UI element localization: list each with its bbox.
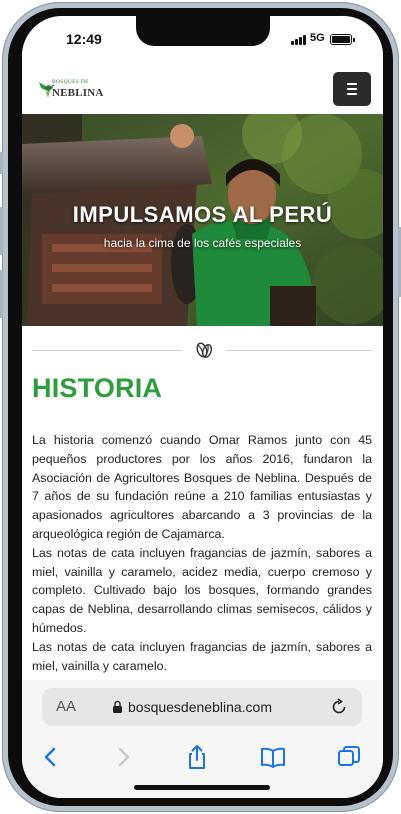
url-text: bosquesdeneblina.com [128,699,272,715]
browser-toolbar [22,734,383,798]
site-header: BOSQUES DE NEBLINA [22,64,383,116]
forward-icon[interactable] [108,742,138,772]
back-icon[interactable] [36,742,66,772]
aa-label: AA [56,698,77,715]
phone-screen: 12:49 5G BOSQUES DE NEBLINA IMPULSAMOS A… [22,16,383,798]
status-bar: 12:49 5G [22,16,383,64]
logo-text-top: BOSQUES DE [52,79,89,85]
home-indicator [134,785,270,790]
tabs-icon[interactable] [334,742,364,772]
hero-banner: IMPULSAMOS AL PERÚ hacia la cima de los … [22,114,383,326]
hamburger-icon-line [347,93,357,95]
hamburger-icon-line [347,83,357,85]
hero-title: IMPULSAMOS AL PERÚ [72,202,333,227]
section-divider [32,340,372,360]
share-icon[interactable] [182,742,212,772]
mute-switch [0,152,3,174]
reload-icon[interactable] [330,698,348,716]
coffee-bean-icon [196,342,213,358]
status-time: 12:49 [66,31,102,47]
menu-button[interactable] [333,72,371,106]
network-type: 5G [310,32,325,44]
hamburger-icon-line [347,88,357,90]
divider-line-right [226,350,372,351]
volume-down-button [0,270,3,318]
historia-title: HISTORIA [32,373,163,403]
historia-section: HISTORIA La historia comenzó cuando Omar… [32,368,372,698]
hero-subtitle: hacia la cima de los cafés especiales [103,236,302,250]
bookmarks-icon[interactable] [258,742,288,772]
reader-settings-button[interactable]: AA [56,698,76,715]
lock-icon [113,700,122,713]
historia-paragraph: La historia comenzó cuando Omar Ramos ju… [32,433,372,673]
logo-text-bottom: NEBLINA [52,87,104,99]
address-bar[interactable]: AA bosquesdeneblina.com [42,688,362,726]
divider-line-left [32,350,182,351]
signal-icon [291,35,307,45]
battery-icon [330,34,355,45]
notch [136,16,270,46]
volume-up-button [0,207,3,255]
site-logo[interactable]: BOSQUES DE NEBLINA [38,76,104,104]
browser-address-area: AA bosquesdeneblina.com [22,680,383,736]
